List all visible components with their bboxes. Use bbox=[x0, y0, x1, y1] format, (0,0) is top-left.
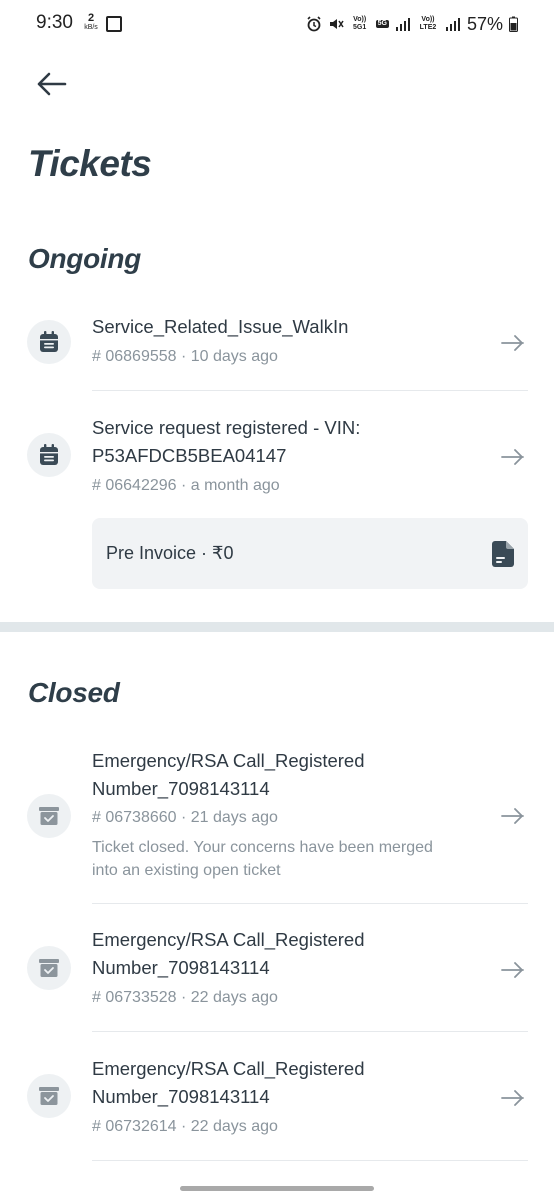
network-speed: 2 kB/s bbox=[84, 12, 98, 32]
closed-ticket-row[interactable]: Emergency/RSA Call_Registered Number_709… bbox=[0, 747, 554, 887]
ticket-title: Service request registered - VIN: P53AFD… bbox=[92, 417, 361, 466]
status-time: 9:30 bbox=[36, 12, 73, 33]
section-separator bbox=[0, 622, 554, 632]
signal-icon bbox=[395, 18, 410, 31]
battery-percent: 57% bbox=[466, 13, 503, 34]
arrow-right-icon bbox=[501, 1090, 524, 1106]
calendar-icon bbox=[27, 433, 71, 477]
pre-invoice-card[interactable]: Pre Invoice · ₹0 bbox=[92, 518, 528, 589]
pre-invoice-label: Pre Invoice · ₹0 bbox=[106, 543, 234, 563]
divider bbox=[92, 903, 528, 904]
alarm-icon bbox=[307, 16, 321, 32]
archive-check-icon bbox=[27, 946, 71, 990]
sim1-label: Vo)) 5G1 bbox=[353, 16, 367, 31]
arrow-right-icon bbox=[501, 335, 524, 351]
ticket-meta: # 06738660 · 21 days ago bbox=[92, 809, 278, 826]
archive-check-icon bbox=[27, 1074, 71, 1118]
ongoing-ticket-row[interactable]: Service request registered - VIN: P53AFD… bbox=[0, 414, 554, 504]
closed-heading: Closed bbox=[28, 677, 120, 708]
closed-ticket-row[interactable]: Emergency/RSA Call_Registered Number_709… bbox=[0, 1055, 554, 1145]
back-arrow-icon[interactable] bbox=[34, 70, 68, 98]
gallery-notification-icon bbox=[106, 16, 122, 32]
ticket-meta: # 06732614 · 22 days ago bbox=[92, 1118, 278, 1135]
mute-icon bbox=[329, 19, 344, 29]
ticket-title: Emergency/RSA Call_Registered Number_709… bbox=[92, 1058, 365, 1107]
sim2-label: Vo)) LTE2 bbox=[419, 16, 437, 31]
battery-charging-icon bbox=[509, 16, 518, 32]
calendar-icon bbox=[27, 320, 71, 364]
ticket-status-note: Ticket closed. Your concerns have been m… bbox=[92, 839, 433, 879]
document-icon bbox=[492, 541, 514, 567]
arrow-right-icon bbox=[501, 449, 524, 465]
page-title: Tickets bbox=[28, 143, 152, 184]
divider bbox=[92, 390, 528, 391]
ticket-meta: # 06733528 · 22 days ago bbox=[92, 989, 278, 1006]
archive-check-icon bbox=[27, 794, 71, 838]
ongoing-heading: Ongoing bbox=[28, 243, 141, 274]
ongoing-ticket-row[interactable]: Service_Related_Issue_WalkIn # 06869558 … bbox=[0, 310, 554, 390]
ticket-title: Emergency/RSA Call_Registered Number_709… bbox=[92, 750, 365, 799]
signal-icon bbox=[445, 18, 460, 31]
divider bbox=[92, 1160, 528, 1161]
ticket-title: Service_Related_Issue_WalkIn bbox=[92, 316, 349, 337]
home-indicator[interactable] bbox=[180, 1186, 374, 1191]
arrow-right-icon bbox=[501, 962, 524, 978]
ticket-meta: # 06642296 · a month ago bbox=[92, 477, 280, 494]
ticket-meta: # 06869558 · 10 days ago bbox=[92, 348, 278, 365]
divider bbox=[92, 1031, 528, 1032]
closed-ticket-row[interactable]: Emergency/RSA Call_Registered Number_709… bbox=[0, 926, 554, 1016]
status-icons: Vo)) 5G1 5G Vo)) LTE2 57% bbox=[306, 13, 518, 35]
ticket-title: Emergency/RSA Call_Registered Number_709… bbox=[92, 929, 365, 978]
arrow-right-icon bbox=[501, 808, 524, 824]
sim1-network-badge: 5G bbox=[375, 20, 389, 28]
status-bar: 9:30 2 kB/s Vo)) 5G1 5G Vo)) LTE2 57% bbox=[0, 0, 554, 50]
